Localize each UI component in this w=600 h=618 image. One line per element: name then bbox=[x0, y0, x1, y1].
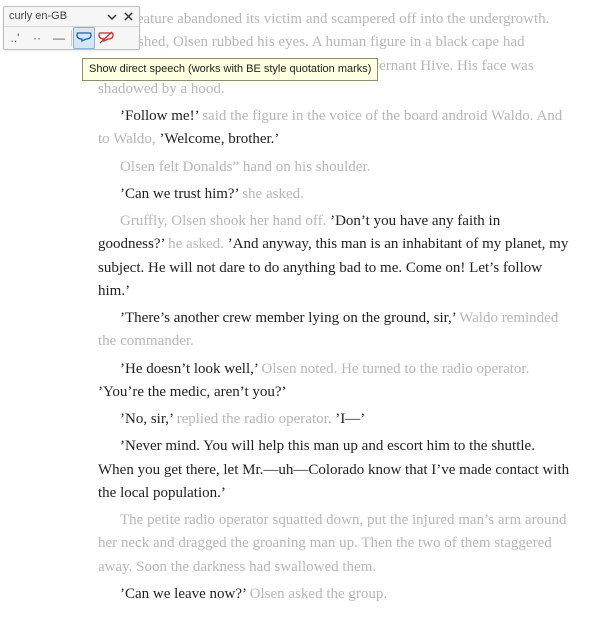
hide-direct-speech-button[interactable] bbox=[95, 27, 117, 49]
direct-speech: ’I—’ bbox=[335, 411, 365, 427]
toolbar-header: curly en-GB bbox=[4, 7, 139, 27]
minimize-icon[interactable] bbox=[104, 9, 120, 25]
paragraph: ’Can we trust him?’ she asked. bbox=[98, 183, 570, 206]
narration: Olsen noted. He turned to the radio oper… bbox=[262, 361, 530, 377]
narration: he asked. bbox=[168, 236, 228, 252]
direct-speech: ’He doesn’t look well,’ bbox=[120, 361, 262, 377]
direct-speech: ’Can we trust him?’ bbox=[120, 186, 242, 202]
direct-speech: ’Can we leave now?’ bbox=[120, 586, 250, 602]
toolbar-title: curly en-GB bbox=[7, 8, 104, 25]
show-direct-speech-button[interactable] bbox=[73, 27, 95, 49]
paragraph: ’There’s another crew member lying on th… bbox=[98, 307, 570, 354]
document-text: The creature abandoned its victim and sc… bbox=[98, 0, 588, 618]
dotquote-button[interactable]: ..' bbox=[4, 27, 26, 49]
narration: Olsen felt Donalds” hand on his shoulder… bbox=[120, 159, 370, 175]
toolbar: curly en-GB ..' ·· — bbox=[3, 6, 140, 50]
paragraph: ’No, sir,’ replied the radio operator. ’… bbox=[98, 408, 570, 431]
narration: Gruffly, Olsen shook her hand off. bbox=[120, 213, 330, 229]
dash-button[interactable]: — bbox=[48, 27, 70, 49]
paragraph: Olsen felt Donalds” hand on his shoulder… bbox=[98, 156, 570, 179]
paragraph: Gruffly, Olsen shook her hand off. ’Don’… bbox=[98, 210, 570, 303]
narration: The petite radio operator squatted down,… bbox=[98, 512, 567, 575]
paragraph: ’Follow me!’ said the figure in the voic… bbox=[98, 105, 570, 152]
direct-speech: ’Follow me!’ bbox=[120, 108, 202, 124]
toolbar-buttons: ..' ·· — bbox=[4, 27, 139, 49]
paragraph: ’He doesn’t look well,’ Olsen noted. He … bbox=[98, 358, 570, 405]
separator bbox=[71, 30, 72, 46]
direct-speech: ’No, sir,’ bbox=[120, 411, 177, 427]
close-icon[interactable] bbox=[120, 9, 136, 25]
direct-speech: ’There’s another crew member lying on th… bbox=[120, 310, 459, 326]
tooltip: Show direct speech (works with BE style … bbox=[82, 58, 378, 81]
paragraph: The petite radio operator squatted down,… bbox=[98, 509, 570, 579]
narration: replied the radio operator. bbox=[177, 411, 336, 427]
paragraph: ’Never mind. You will help this man up a… bbox=[98, 435, 570, 505]
paragraph: ’Can we leave now?’ Olsen asked the grou… bbox=[98, 583, 570, 606]
narration: she asked. bbox=[242, 186, 304, 202]
narration: The creature abandoned its victim and sc… bbox=[98, 11, 549, 97]
direct-speech: ’Welcome, brother.’ bbox=[159, 131, 279, 147]
paragraph: The creature abandoned its victim and sc… bbox=[98, 8, 570, 101]
direct-speech: ’Never mind. You will help this man up a… bbox=[98, 438, 569, 501]
narration: Olsen asked the group. bbox=[250, 586, 387, 602]
dots-button[interactable]: ·· bbox=[26, 27, 48, 49]
direct-speech: ’You’re the medic, aren’t you?’ bbox=[98, 384, 287, 400]
